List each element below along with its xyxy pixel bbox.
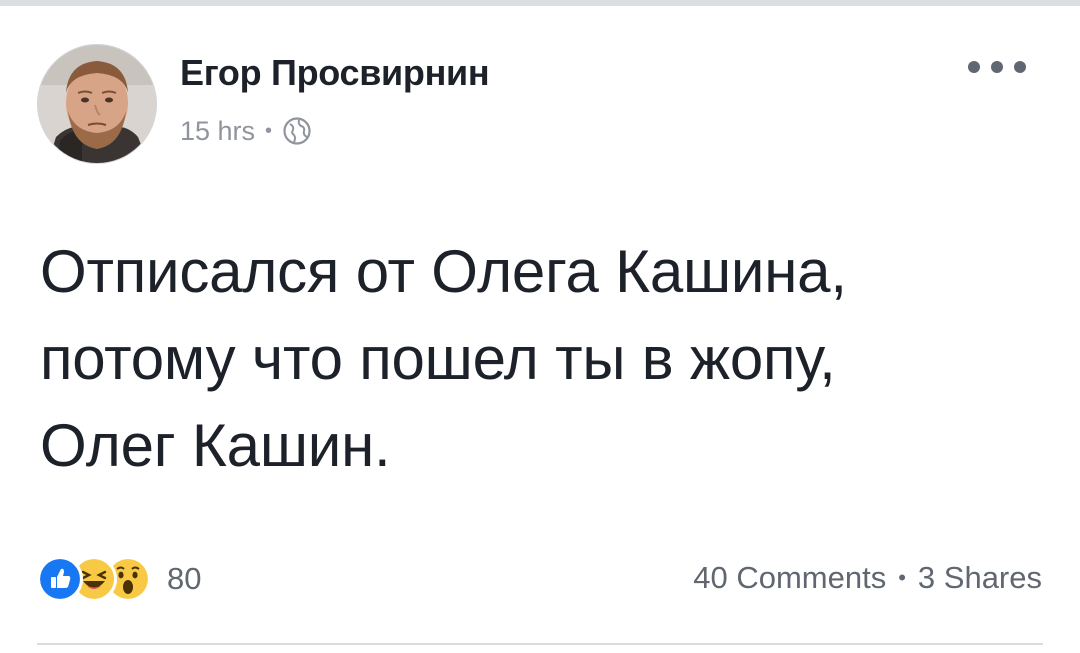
post-meta: 15 hrs •	[180, 114, 312, 148]
post-time[interactable]: 15 hrs	[180, 116, 255, 147]
more-dot	[968, 61, 980, 73]
avatar-photo	[38, 45, 156, 163]
post-stats: 40 Comments • 3 Shares	[693, 560, 1042, 596]
comments-count-link[interactable]: 40 Comments	[693, 560, 886, 596]
more-dot	[1014, 61, 1026, 73]
post-text: Отписался от Олега Кашина, потому что по…	[40, 228, 1050, 489]
reaction-count[interactable]: 80	[167, 561, 201, 597]
more-dot	[991, 61, 1003, 73]
post-text-line: Олег Кашин.	[40, 412, 391, 479]
post-text-line: Отписался от Олега Кашина,	[40, 238, 847, 305]
meta-separator: •	[265, 119, 273, 142]
avatar[interactable]	[37, 44, 157, 164]
globe-icon	[282, 116, 312, 146]
more-options-icon[interactable]	[968, 57, 1026, 77]
stats-separator: •	[898, 565, 906, 590]
divider	[37, 643, 1043, 645]
shares-count-link[interactable]: 3 Shares	[918, 560, 1042, 596]
top-border	[0, 0, 1080, 6]
reactions-summary[interactable]: 80	[37, 556, 201, 602]
author-name[interactable]: Егор Просвирнин	[180, 52, 490, 94]
post-text-line: потому что пошел ты в жопу,	[40, 325, 836, 392]
like-icon	[37, 556, 83, 602]
